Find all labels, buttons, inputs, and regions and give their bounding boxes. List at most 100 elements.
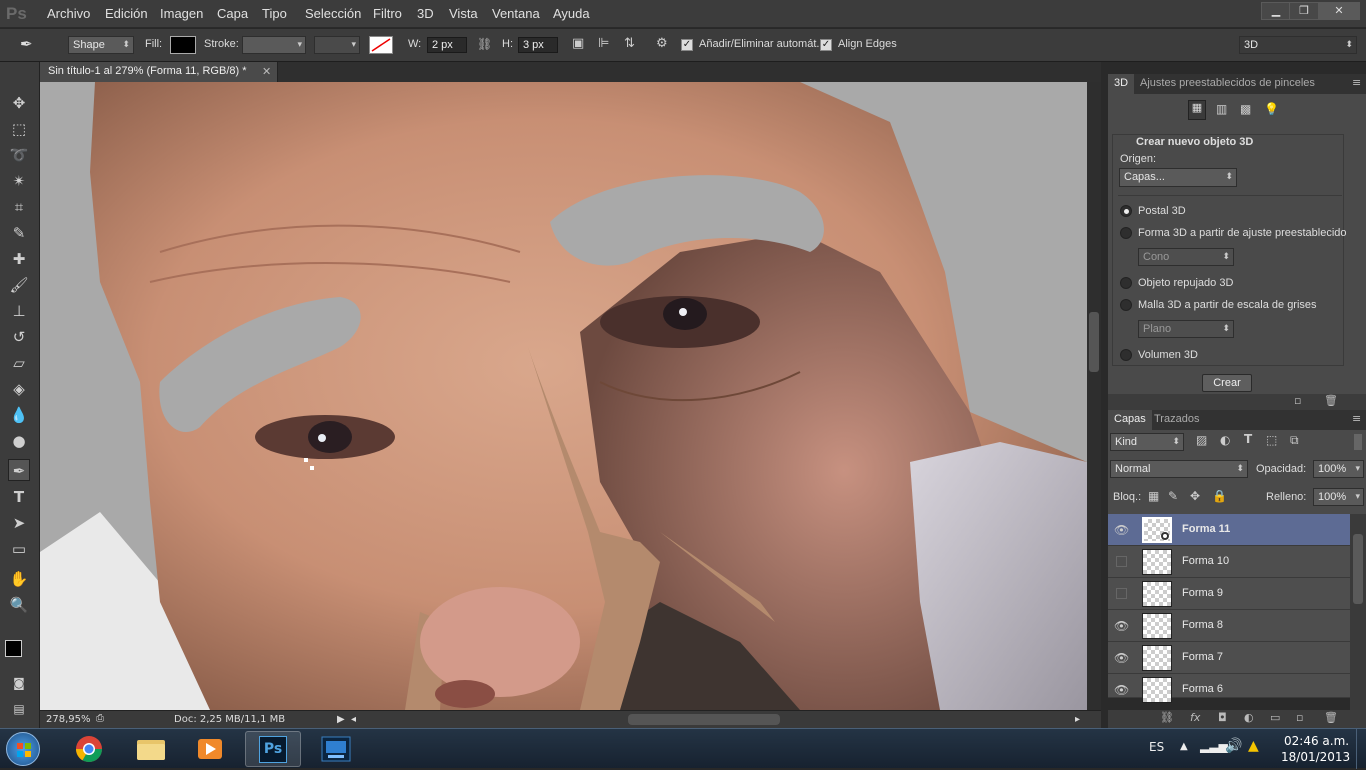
extrusion-radio[interactable]	[1120, 277, 1132, 289]
menu-capa[interactable]: Capa	[217, 6, 248, 21]
tab-brush-presets[interactable]: Ajustes preestablecidos de pinceles	[1134, 74, 1321, 94]
zoom-tool-icon[interactable]: 🔍	[8, 594, 30, 616]
layer-thumbnail[interactable]	[1142, 581, 1172, 607]
restore-button[interactable]: ❐	[1289, 2, 1319, 20]
trash-icon[interactable]: 🗑	[1324, 394, 1338, 407]
materials-icon[interactable]: ▩	[1240, 102, 1251, 116]
tab-layers[interactable]: Capas	[1108, 410, 1152, 430]
document-canvas[interactable]	[40, 82, 1087, 710]
quick-mask-icon[interactable]: ◙	[8, 672, 30, 694]
paint-bucket-tool-icon[interactable]: ◈	[8, 378, 30, 400]
layer-row[interactable]: 👁 Forma 6	[1108, 674, 1350, 703]
link-icon[interactable]: ⛓	[477, 37, 492, 51]
layer-thumbnail[interactable]	[1142, 645, 1172, 671]
crop-tool-icon[interactable]: ⌗	[8, 196, 30, 218]
adjustment-layer-icon[interactable]: ◐	[1244, 711, 1254, 724]
menu-ventana[interactable]: Ventana	[492, 6, 540, 21]
new-group-icon[interactable]: ▭	[1270, 711, 1280, 724]
type-filter-icon[interactable]: T	[1244, 432, 1252, 446]
new-item-icon[interactable]: ▫	[1294, 394, 1301, 407]
layer-mask-icon[interactable]: ◘	[1218, 711, 1227, 724]
network-icon[interactable]: ▂▃▅	[1200, 739, 1228, 753]
eye-icon[interactable]: 👁	[1114, 683, 1129, 697]
stroke-swatch[interactable]: ▾	[242, 36, 306, 54]
stroke-type-swatch[interactable]	[369, 36, 393, 54]
hand-tool-icon[interactable]: ✋	[8, 568, 30, 590]
taskbar-chrome[interactable]	[61, 731, 117, 767]
tab-paths[interactable]: Trazados	[1148, 410, 1205, 430]
lock-all-icon[interactable]: 🔒	[1212, 489, 1227, 503]
move-tool-icon[interactable]: ✥	[8, 92, 30, 114]
scrollbar-thumb[interactable]	[1089, 312, 1099, 372]
menu-ayuda[interactable]: Ayuda	[553, 6, 590, 21]
workspace-select[interactable]: 3D ⬍	[1239, 36, 1357, 54]
blend-mode-select[interactable]: Normal ⬍	[1110, 460, 1248, 478]
type-tool-icon[interactable]: T	[8, 486, 30, 508]
link-layers-icon[interactable]: ⛓	[1160, 711, 1174, 724]
blur-tool-icon[interactable]: 💧	[8, 404, 30, 426]
path-operations-icon[interactable]: ▣	[572, 36, 584, 51]
fill-swatch[interactable]	[170, 36, 196, 54]
horizontal-scrollbar-thumb[interactable]	[628, 714, 780, 725]
layer-row[interactable]: Forma 10	[1108, 546, 1350, 578]
brush-tool-icon[interactable]: 🖌	[8, 274, 30, 296]
smart-object-filter-icon[interactable]: ⧉	[1290, 433, 1299, 448]
taskbar-photoshop[interactable]: Ps	[245, 731, 301, 767]
layer-name[interactable]: Forma 7	[1182, 651, 1223, 663]
taskbar-app[interactable]	[308, 731, 364, 767]
visibility-off-box[interactable]	[1116, 588, 1127, 599]
layer-row[interactable]: Forma 9	[1108, 578, 1350, 610]
volume-3d-radio[interactable]	[1120, 349, 1132, 361]
layers-scrollbar[interactable]	[1350, 514, 1366, 710]
shape-filter-icon[interactable]: ⬚	[1266, 433, 1277, 447]
preset-shape-radio[interactable]	[1120, 227, 1132, 239]
vertical-scrollbar[interactable]	[1087, 82, 1101, 710]
layer-thumbnail[interactable]	[1142, 613, 1172, 639]
lock-transparent-icon[interactable]: ▦	[1148, 489, 1159, 503]
clock-date[interactable]: 18/01/2013	[1281, 750, 1350, 764]
eye-icon[interactable]: 👁	[1114, 523, 1129, 537]
lights-icon[interactable]: 💡	[1264, 102, 1279, 116]
language-indicator[interactable]: ES	[1149, 740, 1164, 754]
adjustment-filter-icon[interactable]: ◐	[1220, 433, 1230, 447]
height-input[interactable]: 3 px	[518, 37, 558, 53]
mode-select[interactable]: Shape ⬍	[68, 36, 134, 54]
source-select[interactable]: Capas... ⬍	[1119, 168, 1237, 187]
dodge-tool-icon[interactable]: ●	[8, 430, 30, 452]
volume-icon[interactable]: 🔊	[1225, 738, 1242, 754]
fill-input[interactable]: 100% ▾	[1313, 488, 1364, 506]
menu-vista[interactable]: Vista	[449, 6, 478, 21]
pen-tool-icon[interactable]: ✒	[8, 459, 30, 481]
clone-stamp-tool-icon[interactable]: ⊥	[8, 300, 30, 322]
eyedropper-tool-icon[interactable]: ✎	[8, 222, 30, 244]
menu-imagen[interactable]: Imagen	[160, 6, 203, 21]
width-input[interactable]: 2 px	[427, 37, 467, 53]
layer-thumbnail[interactable]	[1142, 517, 1172, 543]
history-brush-tool-icon[interactable]: ↺	[8, 326, 30, 348]
panel-menu-icon[interactable]: ≡	[1352, 412, 1361, 425]
minimize-button[interactable]: ▁	[1261, 2, 1291, 20]
pen-tool-icon[interactable]: ✒	[20, 35, 44, 55]
path-arrangement-icon[interactable]: ⇅	[624, 36, 635, 51]
layers-scrollbar-thumb[interactable]	[1353, 534, 1363, 604]
layer-name[interactable]: Forma 6	[1182, 683, 1223, 695]
layer-name[interactable]: Forma 8	[1182, 619, 1223, 631]
layer-thumbnail[interactable]	[1142, 677, 1172, 703]
status-menu-arrow-icon[interactable]: ▶	[337, 714, 345, 725]
layer-style-icon[interactable]: fx	[1190, 711, 1200, 724]
stroke-width-select[interactable]: ▾	[314, 36, 360, 54]
align-edges-checkbox[interactable]: ✓	[820, 39, 832, 51]
layer-row[interactable]: 👁 Forma 8	[1108, 610, 1350, 642]
scroll-right-icon[interactable]: ▸	[1075, 714, 1080, 725]
drive-sync-icon[interactable]: ▲	[1248, 738, 1259, 754]
menu-archivo[interactable]: Archivo	[47, 6, 90, 21]
close-tab-icon[interactable]: ✕	[262, 65, 271, 78]
menu-3d[interactable]: 3D	[417, 6, 434, 21]
taskbar-explorer[interactable]	[123, 731, 179, 767]
visibility-off-box[interactable]	[1116, 556, 1127, 567]
tab-3d[interactable]: 3D	[1108, 74, 1135, 94]
eye-icon[interactable]: 👁	[1114, 651, 1129, 665]
magic-wand-tool-icon[interactable]: ✴	[8, 170, 30, 192]
create-button[interactable]: Crear	[1202, 374, 1252, 392]
lock-position-icon[interactable]: ✥	[1190, 489, 1200, 503]
